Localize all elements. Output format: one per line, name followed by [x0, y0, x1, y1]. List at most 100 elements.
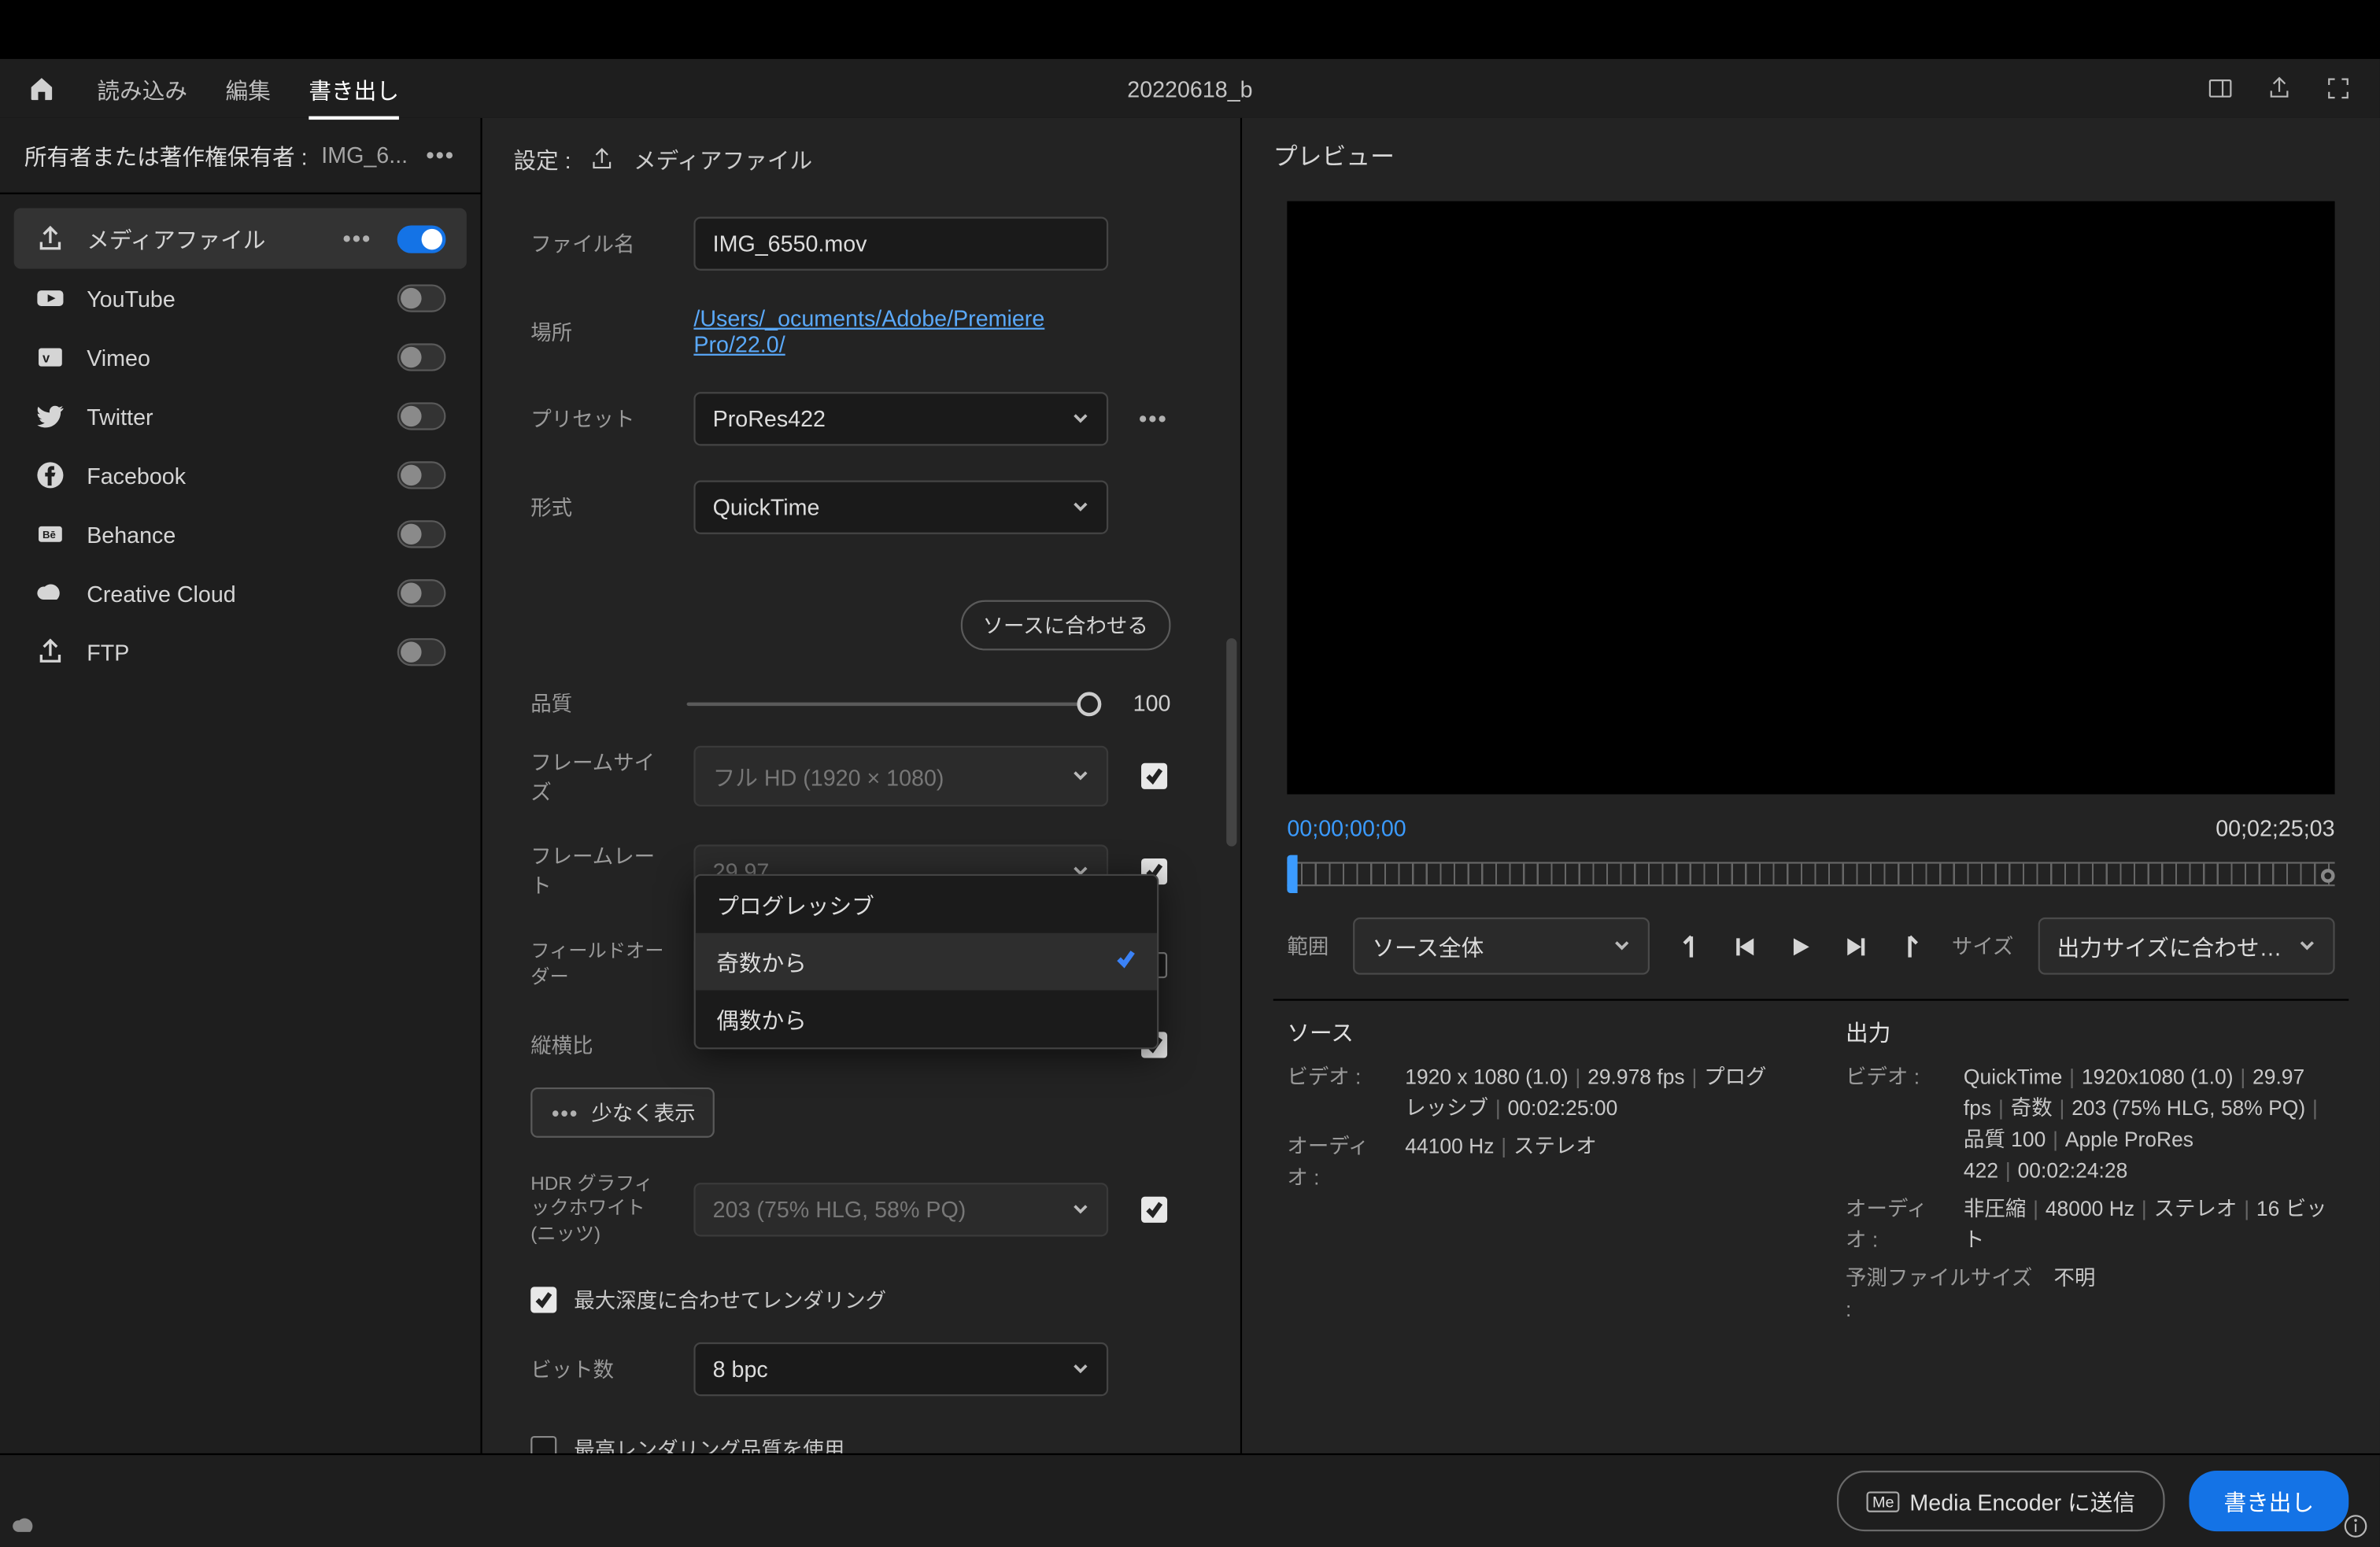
destination-toggle[interactable]	[397, 343, 446, 371]
mark-out-button[interactable]	[1896, 930, 1927, 962]
preview-title: プレビュー	[1273, 138, 2349, 173]
tab-export[interactable]: 書き出し	[309, 58, 399, 119]
destination-toggle[interactable]	[397, 579, 446, 607]
match-source-button[interactable]: ソースに合わせる	[960, 600, 1171, 651]
sidebar: 所有者または著作権保有者 : IMG_6... ••• メディアファイル•••Y…	[0, 118, 482, 1453]
destination-toggle[interactable]	[397, 638, 446, 666]
destination-toggle[interactable]	[397, 284, 446, 312]
media-file-icon	[35, 223, 66, 254]
footer: Me Media Encoder に送信 書き出し	[0, 1453, 2380, 1547]
fullscreen-icon[interactable]	[2324, 75, 2352, 102]
settings-panel: 設定 : メディアファイル ファイル名 IMG_6550.mov 場所 /Use…	[482, 118, 1242, 1453]
location-link[interactable]: /Users/_ocuments/Adobe/Premiere Pro/22.0…	[694, 305, 1109, 357]
creative-cloud-icon[interactable]	[10, 1512, 38, 1540]
behance-icon: Bē	[35, 519, 66, 550]
destination-label: YouTube	[87, 286, 376, 312]
preview-viewport[interactable]	[1287, 201, 2334, 795]
destination-label: FTP	[87, 639, 376, 665]
scrollbar[interactable]	[1226, 638, 1236, 846]
panel-icon[interactable]	[2206, 75, 2234, 102]
bit-select[interactable]: 8 bpc	[694, 1342, 1109, 1396]
quality-label: 品質	[530, 689, 666, 718]
share-icon[interactable]	[2265, 75, 2293, 102]
quality-slider[interactable]	[687, 702, 1102, 705]
timecode-out[interactable]: 00;02;25;03	[2216, 815, 2334, 841]
range-select[interactable]: ソース全体	[1353, 917, 1650, 975]
settings-title: メディアファイル	[634, 142, 812, 175]
step-back-button[interactable]	[1730, 930, 1761, 962]
show-less-button[interactable]: •••少なく表示	[530, 1087, 715, 1138]
send-to-media-encoder-button[interactable]: Me Media Encoder に送信	[1838, 1471, 2165, 1531]
timecode-in[interactable]: 00;00;00;00	[1287, 815, 1406, 841]
quality-value: 100	[1122, 690, 1171, 716]
destination-facebook[interactable]: Facebook	[14, 445, 467, 504]
mark-in-button[interactable]	[1674, 930, 1706, 962]
preset-select[interactable]: ProRes422	[694, 392, 1109, 445]
frame-size-select[interactable]: フル HD (1920 × 1080)	[694, 746, 1109, 807]
destination-media-file[interactable]: メディアファイル•••	[14, 208, 467, 268]
field-order-dropdown: プログレッシブ 奇数から 偶数から	[694, 874, 1159, 1050]
ftp-icon	[35, 637, 66, 668]
preset-more-icon[interactable]: •••	[1138, 406, 1170, 432]
destination-toggle[interactable]	[397, 520, 446, 548]
timeline[interactable]	[1287, 855, 2334, 893]
export-button[interactable]: 書き出し	[2189, 1471, 2349, 1531]
hdr-label: HDR グラフィックホワイト (ニッツ)	[530, 1172, 666, 1247]
facebook-icon	[35, 460, 66, 491]
owner-more-icon[interactable]: •••	[425, 142, 456, 168]
in-point-marker[interactable]	[1287, 855, 1297, 893]
hdr-lock-checkbox[interactable]	[1140, 1197, 1166, 1223]
location-label: 場所	[530, 316, 666, 345]
tab-edit[interactable]: 編集	[226, 58, 271, 119]
me-icon: Me	[1867, 1490, 1899, 1511]
destination-ftp[interactable]: FTP	[14, 622, 467, 681]
frame-size-lock-checkbox[interactable]	[1140, 763, 1166, 789]
max-render-quality-label: 最高レンダリング品質を使用	[575, 1434, 845, 1453]
file-name-input[interactable]: IMG_6550.mov	[694, 217, 1109, 271]
field-order-option-progressive[interactable]: プログレッシブ	[696, 876, 1157, 933]
source-info: ソース ビデオ :1920 x 1080 (1.0)|29.978 fps|プロ…	[1287, 1014, 1776, 1331]
format-select[interactable]: QuickTime	[694, 481, 1109, 534]
settings-label: 設定 :	[513, 142, 571, 175]
destination-behance[interactable]: BēBehance	[14, 504, 467, 563]
export-icon	[589, 145, 616, 172]
creativecloud-icon	[35, 578, 66, 609]
preview-panel: プレビュー 00;00;00;00 00;02;25;03 範囲 ソース全体	[1242, 118, 2380, 1453]
destination-toggle[interactable]	[397, 461, 446, 489]
max-render-quality-checkbox[interactable]	[530, 1436, 556, 1453]
tab-import[interactable]: 読み込み	[97, 58, 187, 119]
frame-size-label: フレームサイズ	[530, 747, 666, 806]
menubar: 読み込み 編集 書き出し 20220618_b	[0, 59, 2380, 118]
range-label: 範囲	[1287, 932, 1329, 961]
out-point-marker[interactable]	[2321, 869, 2335, 883]
destination-creativecloud[interactable]: Creative Cloud	[14, 563, 467, 622]
output-info: 出力 ビデオ :QuickTime|1920x1080 (1.0)|29.97 …	[1846, 1014, 2335, 1331]
field-order-option-odd[interactable]: 奇数から	[696, 933, 1157, 991]
home-icon[interactable]	[0, 75, 83, 102]
svg-text:Bē: Bē	[42, 529, 56, 541]
destination-youtube[interactable]: YouTube	[14, 269, 467, 328]
hdr-select[interactable]: 203 (75% HLG, 58% PQ)	[694, 1183, 1109, 1236]
destination-vimeo[interactable]: v Vimeo	[14, 328, 467, 387]
field-order-option-even[interactable]: 偶数から	[696, 990, 1157, 1047]
destination-label: Facebook	[87, 462, 376, 488]
max-depth-checkbox[interactable]	[530, 1287, 556, 1313]
max-depth-label: 最大深度に合わせてレンダリング	[575, 1285, 887, 1314]
size-select[interactable]: 出力サイズに合わせ…	[2038, 917, 2334, 975]
destination-twitter[interactable]: Twitter	[14, 386, 467, 445]
destination-label: Vimeo	[87, 344, 376, 370]
destination-toggle[interactable]	[397, 224, 446, 252]
source-title: ソース	[1287, 1014, 1776, 1047]
destination-toggle[interactable]	[397, 402, 446, 430]
frame-rate-label: フレームレート	[530, 841, 666, 900]
youtube-icon	[35, 282, 66, 314]
destination-label: Creative Cloud	[87, 580, 376, 606]
step-forward-button[interactable]	[1841, 930, 1872, 962]
file-name-label: ファイル名	[530, 229, 666, 258]
play-button[interactable]	[1785, 930, 1816, 962]
project-title: 20220618_b	[1127, 76, 1252, 102]
svg-text:v: v	[42, 351, 50, 366]
info-icon[interactable]	[2341, 1512, 2369, 1540]
twitter-icon	[35, 401, 66, 432]
destination-more-icon[interactable]: •••	[342, 226, 373, 252]
